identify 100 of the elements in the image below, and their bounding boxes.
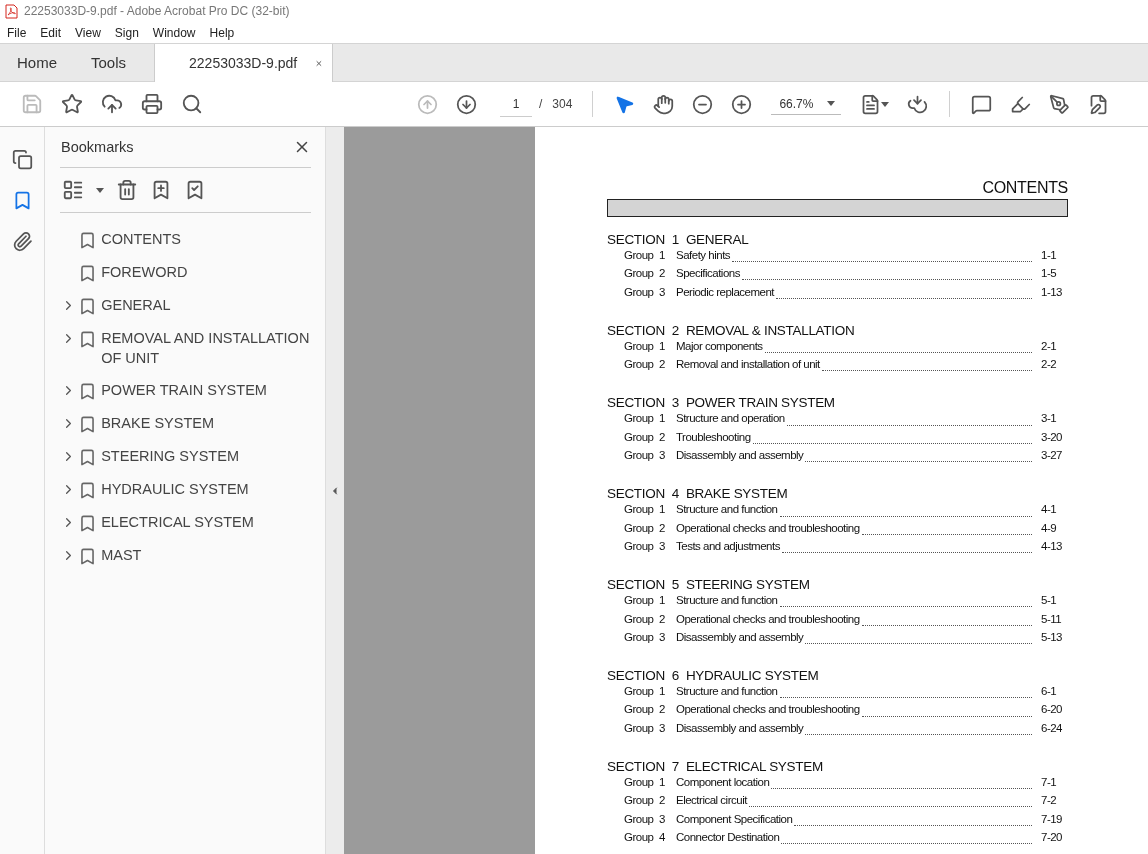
group-title: Periodic replacement	[676, 285, 775, 298]
group-title: Structure and function	[676, 503, 778, 516]
page-reference: 3-20	[1041, 430, 1064, 443]
group-number: 2	[659, 430, 666, 443]
group-title: Removal and installation of unit	[676, 358, 820, 371]
group-title: Operational checks and troubleshooting	[676, 703, 860, 716]
page-reference: 2-2	[1041, 358, 1058, 371]
bookmark-item[interactable]: STEERING SYSTEM	[101, 446, 311, 466]
menu-item[interactable]: Sign	[114, 25, 139, 40]
window-title: 22253033D-9.pdf - Adobe Acrobat Pro DC (32-bit)	[24, 4, 290, 18]
group-label: Group	[624, 776, 655, 789]
panel-title: Bookmarks	[61, 139, 134, 155]
group-title: Component location	[676, 776, 770, 789]
page-reference: 5-11	[1041, 612, 1063, 625]
group-label: Group	[624, 358, 655, 371]
group-label: Group	[624, 249, 655, 261]
group-title: Disassembly and assembly	[676, 630, 804, 643]
page-reference: 7-20	[1041, 830, 1064, 843]
group-number: 3	[659, 449, 666, 462]
bookmark-item[interactable]: FOREWORD	[101, 262, 311, 282]
group-label: Group	[624, 685, 655, 698]
page-reference: 6-20	[1041, 703, 1064, 716]
group-number: 1	[659, 594, 666, 607]
group-title: Specifications	[676, 267, 740, 280]
group-label: Group	[624, 630, 655, 643]
group-label: Group	[624, 812, 655, 825]
group-number: 2	[659, 612, 666, 625]
menu-item[interactable]: Edit	[40, 25, 62, 40]
group-label: Group	[624, 412, 655, 425]
group-label: Group	[624, 521, 655, 534]
contents-heading: CONTENTS	[982, 179, 1068, 197]
group-number: 2	[659, 794, 666, 807]
group-label: Group	[624, 285, 655, 298]
page-count: 304	[552, 97, 573, 111]
group-number: 1	[659, 249, 666, 261]
group-number: 2	[659, 267, 666, 280]
section-title: SECTION 7 ELECTRICAL SYSTEM	[607, 758, 824, 777]
page-reference: 4-1	[1041, 503, 1058, 516]
page-reference: 6-24	[1041, 721, 1064, 734]
group-label: Group	[624, 267, 655, 280]
group-number: 2	[659, 358, 666, 371]
page-reference: 4-9	[1041, 521, 1058, 534]
group-title: Disassembly and assembly	[676, 721, 804, 734]
page-reference: 3-1	[1041, 412, 1058, 425]
group-title: Connector Destination	[676, 830, 780, 843]
page-separator: /	[539, 97, 543, 111]
bookmark-item[interactable]: ELECTRICAL SYSTEM	[101, 512, 311, 532]
section-title: SECTION 6 HYDRAULIC SYSTEM	[607, 667, 820, 686]
group-title: Electrical circuit	[676, 794, 747, 807]
group-label: Group	[624, 612, 655, 625]
section-title: SECTION 2 REMOVAL & INSTALLATION	[607, 321, 856, 340]
page-reference: 1-1	[1041, 249, 1058, 261]
bookmark-item[interactable]: HYDRAULIC SYSTEM	[101, 479, 311, 499]
page-reference: 2-1	[1041, 339, 1058, 352]
group-title: Safety hints	[676, 249, 731, 261]
group-number: 3	[659, 812, 666, 825]
group-number: 4	[659, 830, 666, 843]
page-reference: 5-1	[1041, 594, 1058, 607]
group-title: Operational checks and troubleshooting	[676, 521, 860, 534]
menu-item[interactable]: Window	[152, 25, 196, 40]
nav-tab[interactable]: Tools	[74, 44, 144, 81]
group-label: Group	[624, 539, 655, 552]
group-number: 1	[659, 339, 666, 352]
group-number: 1	[659, 503, 666, 516]
group-label: Group	[624, 449, 655, 462]
group-number: 3	[659, 630, 666, 643]
group-number: 3	[659, 539, 666, 552]
section-title: SECTION 1 GENERAL	[607, 231, 750, 249]
menu-item[interactable]: View	[75, 25, 101, 40]
nav-tab[interactable]: Home	[0, 44, 74, 81]
group-title: Operational checks and troubleshooting	[676, 612, 860, 625]
group-title: Disassembly and assembly	[676, 449, 804, 462]
group-title: Structure and function	[676, 685, 778, 698]
bookmark-item[interactable]: POWER TRAIN SYSTEM	[101, 380, 311, 400]
group-number: 2	[659, 703, 666, 716]
group-title: Component Specification	[676, 812, 793, 825]
group-label: Group	[624, 339, 655, 352]
bookmark-item[interactable]: GENERAL	[101, 295, 311, 315]
group-number: 1	[659, 412, 666, 425]
bookmark-item[interactable]: CONTENTS	[101, 229, 311, 249]
group-number: 2	[659, 521, 666, 534]
zoom-dropdown[interactable]: 66.7%	[771, 93, 842, 115]
bookmark-item[interactable]: MAST	[101, 545, 311, 565]
page-reference: 7-1	[1041, 776, 1058, 789]
group-label: Group	[624, 430, 655, 443]
section-title: SECTION 4 BRAKE SYSTEM	[607, 485, 789, 504]
page-reference: 7-2	[1041, 794, 1058, 807]
page-reference: 7-19	[1041, 812, 1064, 825]
menu-item[interactable]: Help	[209, 25, 235, 40]
group-label: Group	[624, 794, 655, 807]
page-reference: 6-1	[1041, 685, 1058, 698]
group-number: 1	[659, 776, 666, 789]
menu-item[interactable]: File	[7, 25, 27, 40]
bookmark-item[interactable]: REMOVAL AND INSTALLATION OF UNIT	[101, 328, 311, 368]
group-label: Group	[624, 594, 655, 607]
page-reference: 5-13	[1041, 630, 1064, 643]
document-tab[interactable]: 22253033D-9.pdf	[154, 44, 334, 82]
group-title: Tests and adjustments	[676, 539, 780, 552]
bookmark-item[interactable]: BRAKE SYSTEM	[101, 413, 311, 433]
page-reference: 4-13	[1041, 539, 1064, 552]
